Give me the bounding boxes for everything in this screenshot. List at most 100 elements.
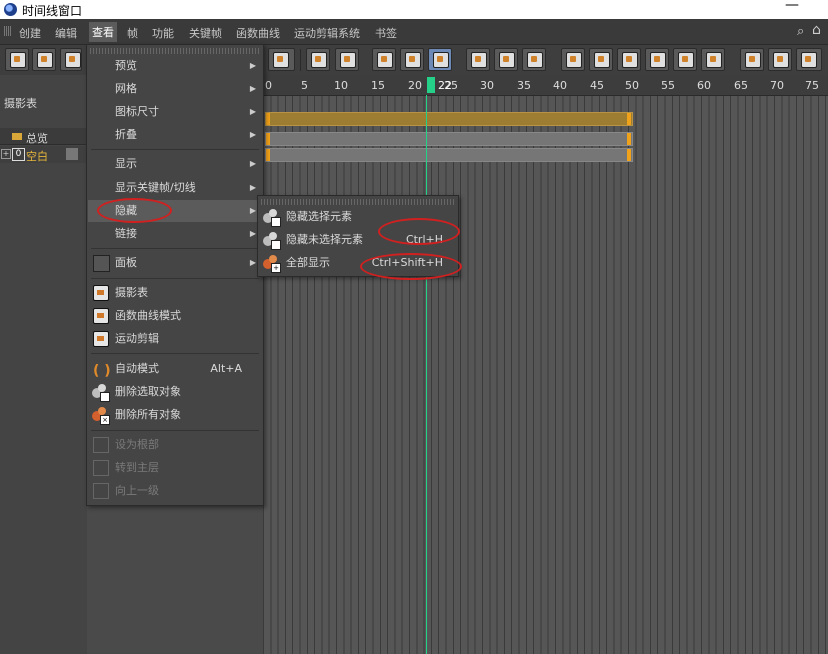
menu-item-fcurve-mode[interactable]: 函数曲线模式 [88,305,262,327]
key-zero-icon [340,52,356,68]
ruler-tick: 45 [590,79,604,92]
object-name: 空白 [26,150,48,163]
menu-item-motion-clip[interactable]: 运动剪辑 [88,328,262,350]
object-track[interactable] [265,132,633,146]
submenu-arrow-icon: ▶ [249,130,256,139]
menu-motion-system[interactable]: 运动剪辑系统 [294,25,360,41]
submenu-arrow-icon: ▶ [249,84,256,93]
keyframe[interactable] [627,113,631,125]
annotation-circle [360,253,462,280]
keyframe[interactable] [266,113,270,125]
menu-item-set-as-root: 设为根部 [88,434,262,456]
layer-color-icon[interactable] [66,148,78,160]
menu-edit[interactable]: 编辑 [55,25,77,41]
lock-value-icon [773,52,789,68]
menu-create[interactable]: 创建 [19,25,41,41]
home-icon[interactable]: ⌂ [812,22,821,38]
current-frame-label: 22 [438,79,452,92]
key-lock-button[interactable] [268,48,295,71]
dopesheet-button[interactable] [5,48,29,71]
menu-grip[interactable] [261,199,455,205]
object-list-panel: 摄影表 总览 + 0 空白 [0,75,87,654]
expand-icon[interactable]: + [1,149,11,159]
time-ruler[interactable]: 0 5 10 15 20 25 30 35 40 45 50 55 60 65 … [263,75,828,96]
menu-separator [91,278,259,279]
search-icon[interactable]: ⌕ [797,24,804,39]
tangent-auto-button[interactable] [589,48,613,71]
submenu-arrow-icon: ▶ [249,206,256,215]
tangent-zero-button[interactable] [561,48,585,71]
tangent-weight-button[interactable] [617,48,641,71]
summary-track[interactable] [265,112,633,126]
keyframe[interactable] [627,149,631,161]
ruler-tick: 0 [265,79,272,92]
show-all-icon: + [263,255,281,273]
menu-item-preview[interactable]: 预览 ▶ [88,55,262,77]
menu-fcurve[interactable]: 函数曲线 [236,25,280,41]
menu-view[interactable]: 查看 [89,22,117,42]
remove-selected-icon [92,384,110,402]
view-menu: 预览 ▶ 网格 ▶ 图标尺寸 ▶ 折叠 ▶ 显示 ▶ 显示关键帧/切线 ▶ 隐藏 ▶ 链接 ▶ … [86,44,264,506]
menu-item-remove-all[interactable]: × 删除所有对象 [88,404,262,426]
window-title: 时间线窗口 [22,4,83,18]
key-record-button[interactable] [306,48,330,71]
object-track[interactable] [265,148,633,162]
interp-step-button[interactable] [400,48,424,71]
minimize-button[interactable]: — [785,0,799,13]
summary-label: 总览 [26,132,48,145]
keyframe[interactable] [266,149,270,161]
ruler-tick: 30 [480,79,494,92]
menu-item-grid[interactable]: 网格 ▶ [88,78,262,100]
annotation-circle [97,198,172,223]
lock-value-button[interactable] [768,48,792,71]
app-icon [4,3,17,16]
ease-in-out-button[interactable] [466,48,490,71]
interp-spline-button[interactable] [428,48,452,71]
lock-tangent-button[interactable] [796,48,822,71]
tangent-break-button[interactable] [645,48,669,71]
grip-handle[interactable] [4,26,12,36]
menu-item-show[interactable]: 显示 ▶ [88,153,262,175]
lock-tangent-icon [801,52,817,68]
submenu-arrow-icon: ▶ [249,107,256,116]
tangent-length-button[interactable] [673,48,697,71]
menu-frame[interactable]: 帧 [127,25,138,41]
tangent-clamp-button[interactable] [701,48,725,71]
fcurve-button[interactable] [32,48,56,71]
playhead-line[interactable] [426,95,427,654]
ruler-tick: 75 [805,79,819,92]
lock-time-icon [745,52,761,68]
ruler-tick: 60 [697,79,711,92]
menu-item-fold[interactable]: 折叠 ▶ [88,124,262,146]
timeline-grid[interactable] [263,96,828,654]
keyframe[interactable] [266,133,270,145]
menu-item-go-to-main: 转到主层 [88,457,262,479]
up-arrow-icon [93,483,109,499]
object-row[interactable]: + 0 空白 [0,146,87,163]
lock-time-button[interactable] [740,48,764,71]
menu-item-panel[interactable]: 面板 ▶ [88,252,262,274]
submenu-arrow-icon: ▶ [249,159,256,168]
ease-in-button[interactable] [494,48,518,71]
ruler-tick: 35 [517,79,531,92]
motion-clip-button[interactable] [60,48,82,71]
menu-item-remove-selected[interactable]: 删除选取对象 [88,381,262,403]
ease-out-button[interactable] [522,48,546,71]
interp-linear-button[interactable] [372,48,396,71]
playhead-handle[interactable] [427,77,435,93]
menu-item-up-one-level: 向上一级 [88,480,262,502]
menu-keyframe[interactable]: 关键帧 [189,25,222,41]
menu-item-auto-mode[interactable]: ( ) 自动模式 Alt+A [88,358,262,380]
summary-row[interactable]: 总览 [0,128,87,145]
menu-item-icon-size[interactable]: 图标尺寸 ▶ [88,101,262,123]
menu-item-show-keys-tangents[interactable]: 显示关键帧/切线 ▶ [88,177,262,199]
keyframe[interactable] [627,133,631,145]
menu-item-link[interactable]: 链接 ▶ [88,223,262,245]
menu-bookmarks[interactable]: 书签 [375,25,397,41]
menu-functions[interactable]: 功能 [152,25,174,41]
set-root-icon [93,437,109,453]
submenu-arrow-icon: ▶ [249,183,256,192]
menu-item-dopesheet[interactable]: 摄影表 [88,282,262,304]
menu-grip[interactable] [90,48,260,54]
key-zero-button[interactable] [335,48,359,71]
